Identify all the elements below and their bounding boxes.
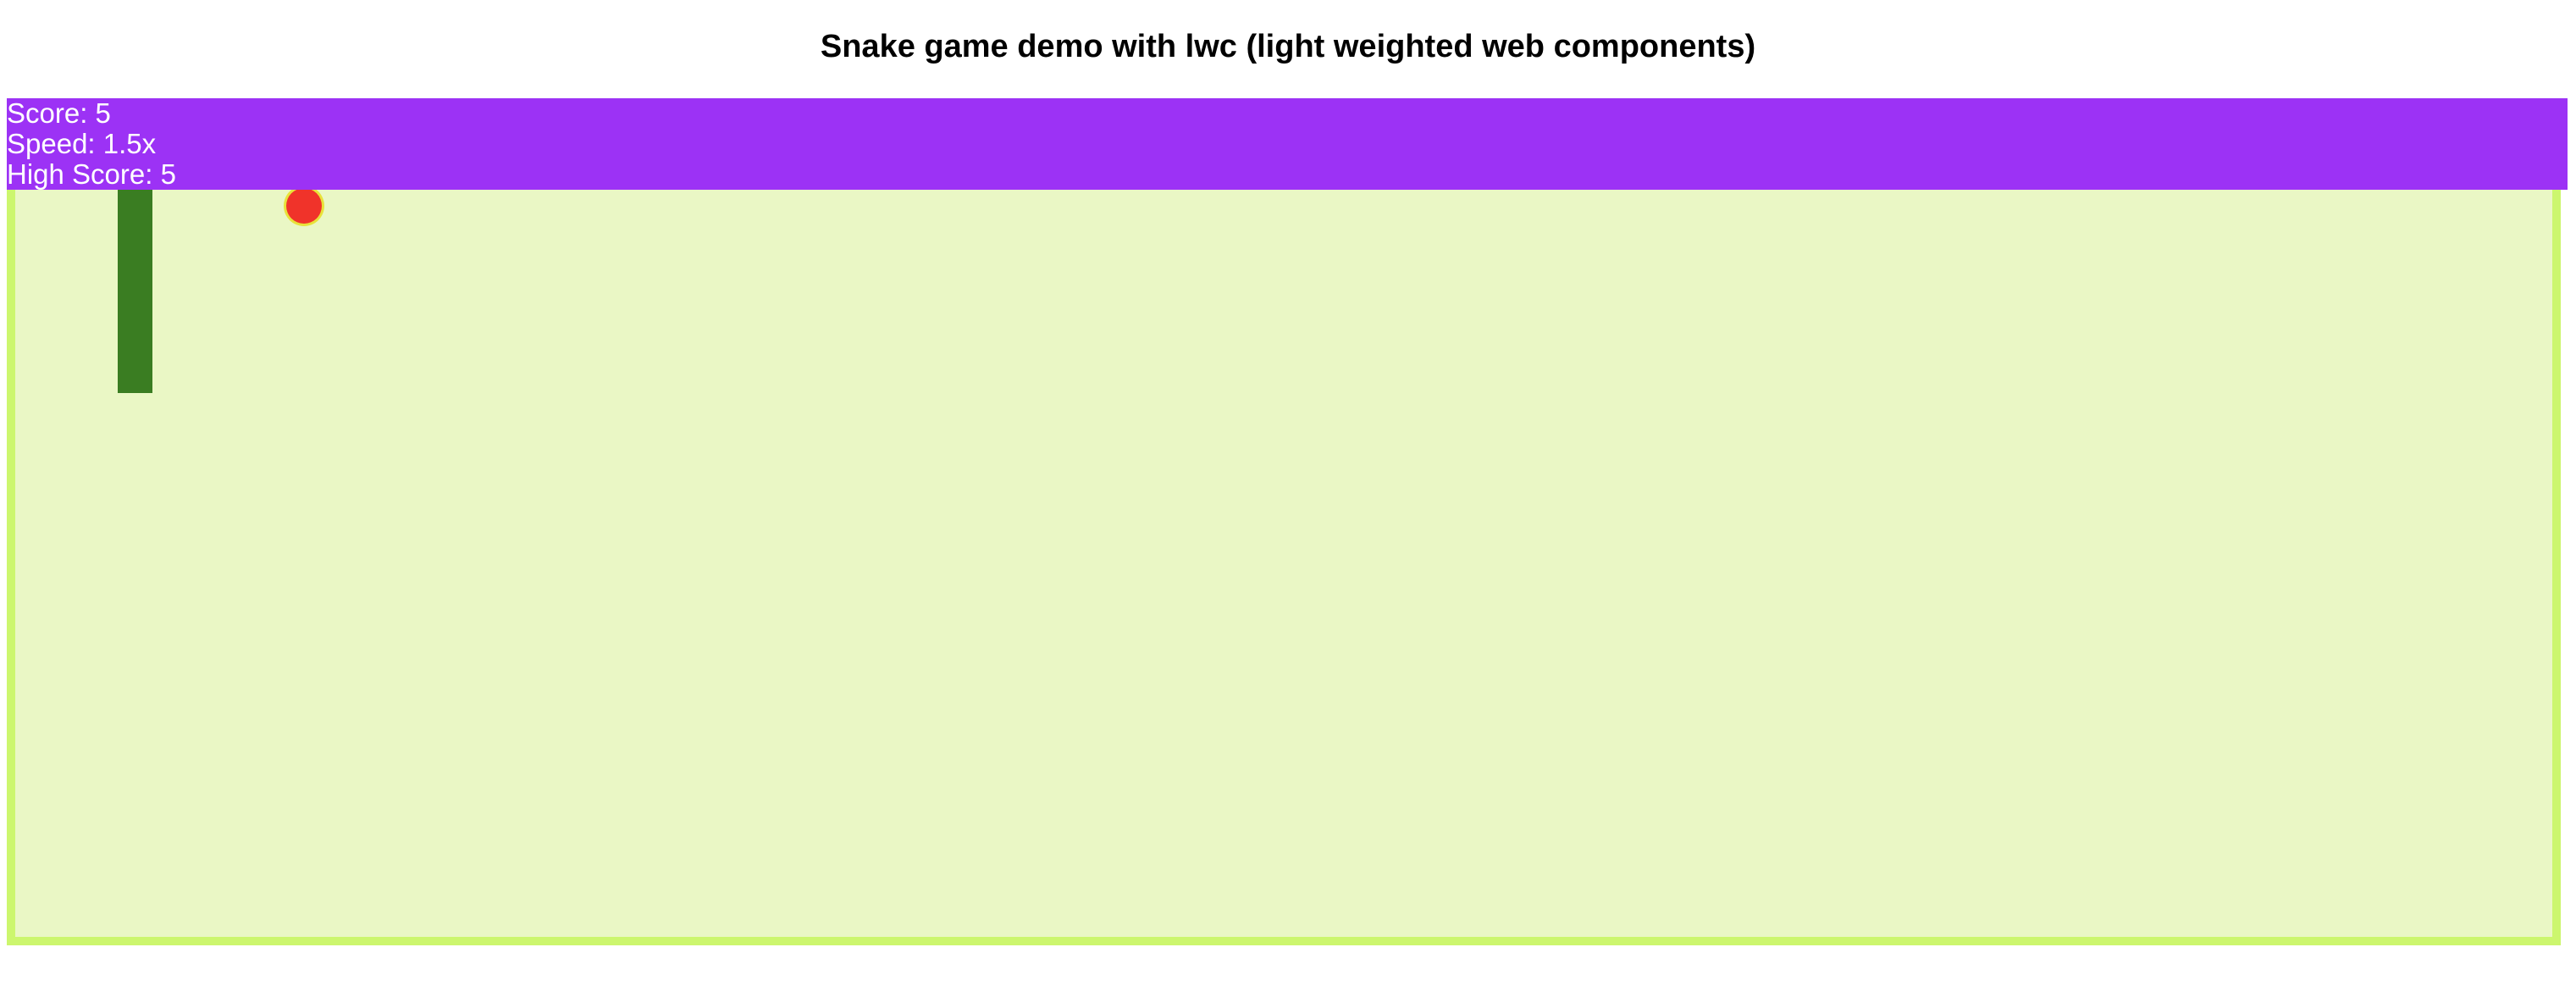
game-board[interactable] [7, 98, 2561, 945]
speed-label: Speed: 1.5x [7, 128, 157, 159]
score-label: Score: 5 [7, 97, 111, 129]
food-icon [286, 188, 322, 224]
high-score-label: High Score: 5 [7, 158, 176, 190]
page-title: Snake game demo with lwc (light weighted… [820, 29, 1756, 64]
scoreboard: Score: 5 Speed: 1.5x High Score: 5 [7, 98, 2568, 190]
snake-body [118, 190, 152, 393]
